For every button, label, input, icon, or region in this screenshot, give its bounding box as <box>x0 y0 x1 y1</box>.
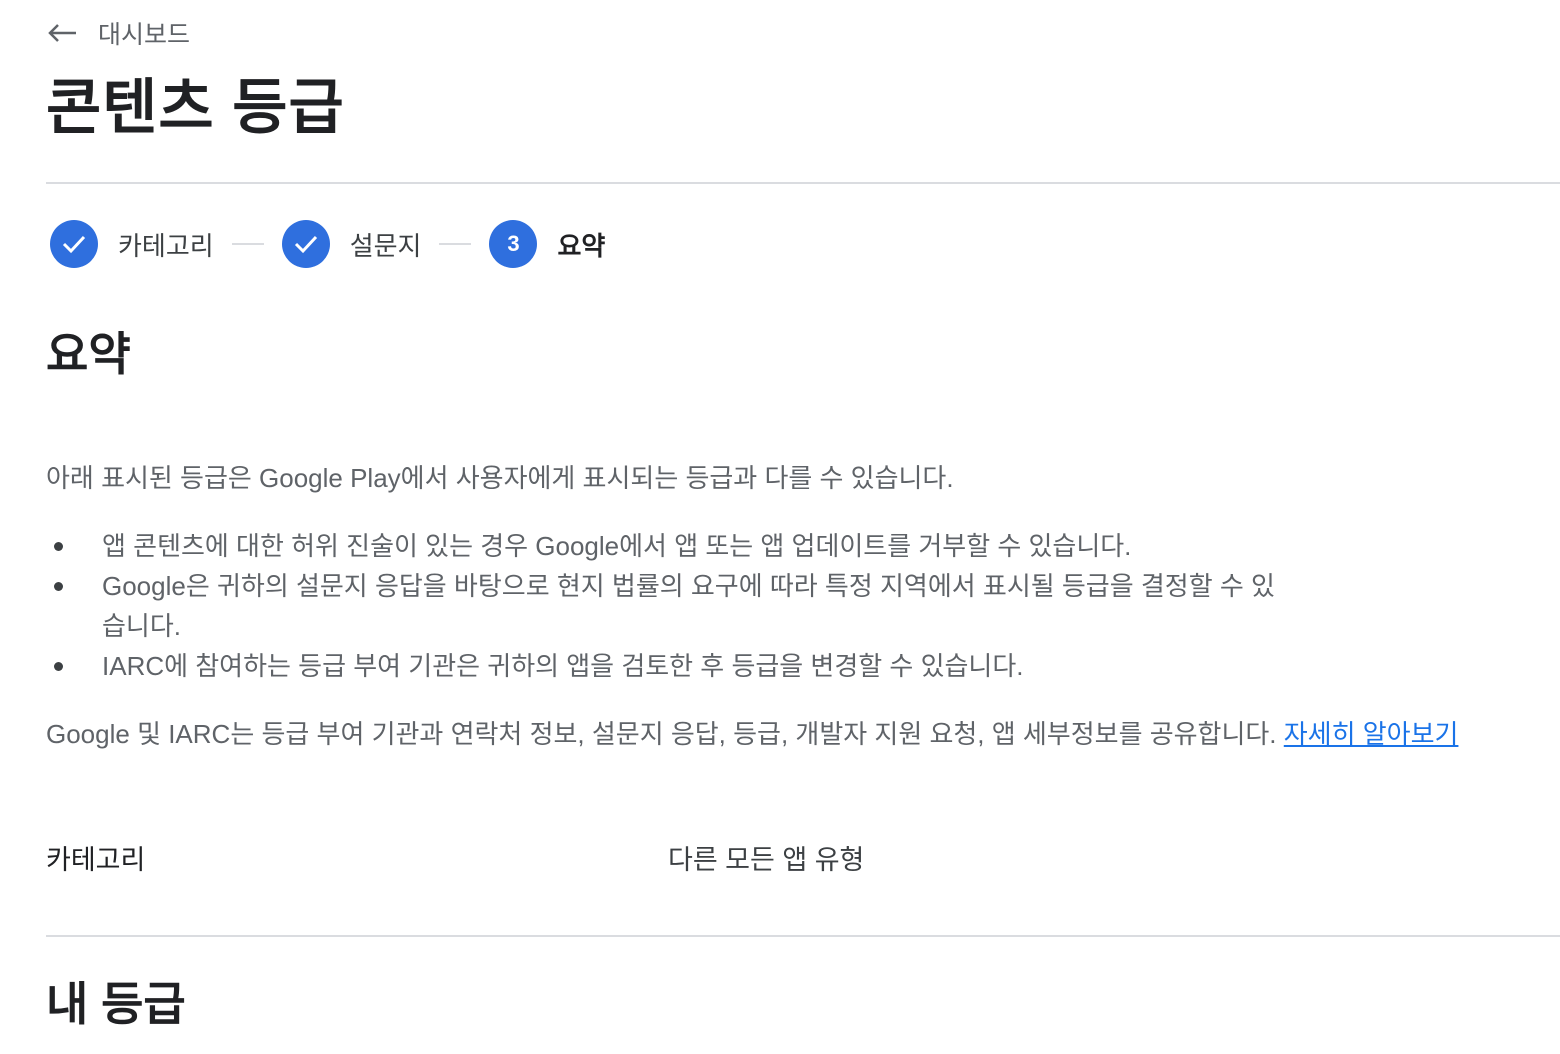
step-complete-circle <box>281 220 330 268</box>
step-questionnaire[interactable]: 설문지 <box>281 220 422 268</box>
breadcrumb[interactable]: 대시보드 <box>46 14 190 52</box>
my-rating-title: 내 등급 <box>46 978 186 1030</box>
summary-title: 요약 <box>46 328 131 380</box>
step-complete-circle <box>50 220 98 268</box>
step-label-questionnaire: 설문지 <box>349 230 422 261</box>
step-number-circle: 3 <box>489 220 538 268</box>
category-label: 카테고리 <box>46 845 146 875</box>
learn-more-link[interactable]: 자세히 알아보기 <box>1284 719 1459 749</box>
list-item: IARC에 참여하는 등급 부여 기관은 귀하의 앱을 검토한 후 등급을 변경… <box>46 646 1286 686</box>
page-title: 콘텐츠 등급 <box>46 74 345 141</box>
step-connector <box>439 243 472 245</box>
stepper: 카테고리 설문지 3 요약 <box>50 219 605 269</box>
bullet-text: Google은 귀하의 설문지 응답을 바탕으로 현지 법률의 요구에 따라 특… <box>102 571 1275 641</box>
summary-intro: 아래 표시된 등급은 Google Play에서 사용자에게 표시되는 등급과 … <box>46 463 954 493</box>
check-icon <box>294 235 317 254</box>
bullet-text: IARC에 참여하는 등급 부여 기관은 귀하의 앱을 검토한 후 등급을 변경… <box>102 651 1024 681</box>
bullet-text: 앱 콘텐츠에 대한 허위 진술이 있는 경우 Google에서 앱 또는 앱 업… <box>102 531 1132 561</box>
bullet-dot <box>54 662 63 671</box>
step-summary[interactable]: 3 요약 <box>489 220 605 268</box>
summary-bullet-list: 앱 콘텐츠에 대한 허위 진술이 있는 경우 Google에서 앱 또는 앱 업… <box>46 526 1286 686</box>
data-sharing-notice: Google 및 IARC는 등급 부여 기관과 연락처 정보, 설문지 응답,… <box>46 714 1458 754</box>
step-label-category: 카테고리 <box>118 230 214 261</box>
category-row: 카테고리 다른 모든 앱 유형 <box>46 838 1046 878</box>
list-item: Google은 귀하의 설문지 응답을 바탕으로 현지 법률의 요구에 따라 특… <box>46 566 1286 646</box>
data-sharing-text: Google 및 IARC는 등급 부여 기관과 연락처 정보, 설문지 응답,… <box>46 719 1284 749</box>
step-category[interactable]: 카테고리 <box>50 220 214 268</box>
header-divider <box>46 182 1560 184</box>
section-divider <box>46 935 1560 937</box>
step-connector <box>231 243 264 245</box>
arrow-back-icon[interactable] <box>46 23 78 43</box>
category-value: 다른 모든 앱 유형 <box>668 845 865 875</box>
check-icon <box>62 235 86 254</box>
breadcrumb-label[interactable]: 대시보드 <box>98 15 190 51</box>
list-item: 앱 콘텐츠에 대한 허위 진술이 있는 경우 Google에서 앱 또는 앱 업… <box>46 526 1286 566</box>
step-label-summary: 요약 <box>557 230 606 261</box>
bullet-dot <box>54 542 63 551</box>
bullet-dot <box>54 582 63 591</box>
